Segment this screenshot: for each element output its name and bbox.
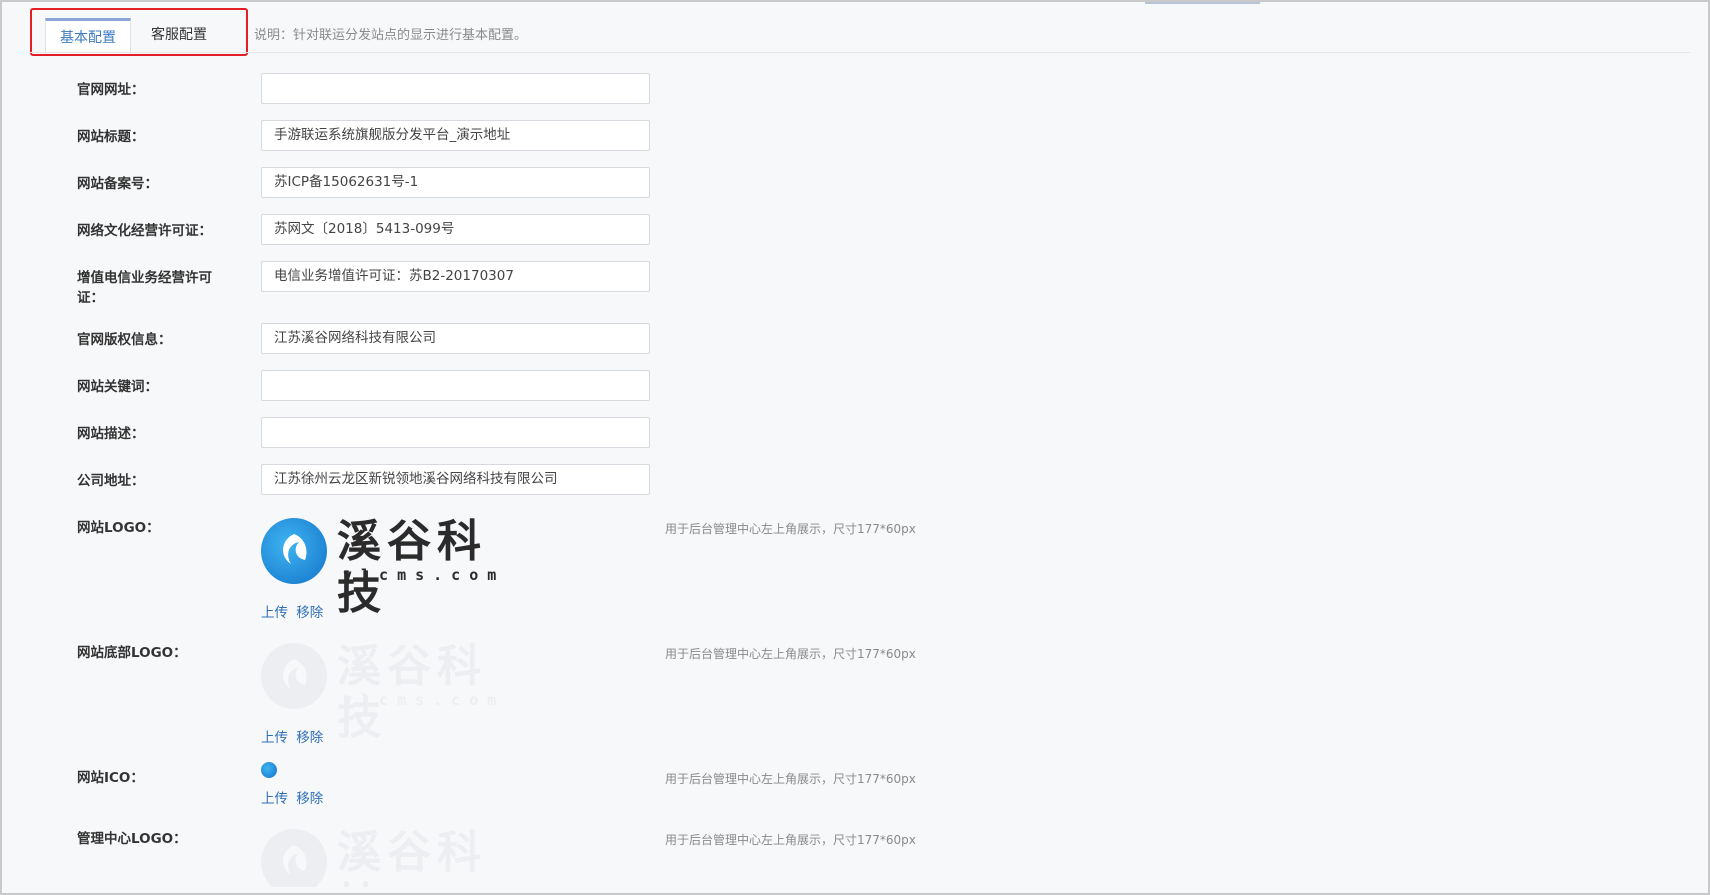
admin-logo-hint: 用于后台管理中心左上角展示，尺寸177*60px bbox=[665, 833, 916, 847]
official-url-input[interactable] bbox=[261, 73, 650, 104]
footer-logo-emblem-icon bbox=[261, 643, 327, 709]
label-keywords: 网站关键词： bbox=[77, 379, 158, 395]
label-company-address: 公司地址： bbox=[77, 473, 145, 489]
site-logo-actions: 上传 移除 bbox=[261, 601, 327, 621]
footer-logo-sub-text: vlcms.com bbox=[343, 691, 506, 709]
admin-logo-emblem-icon bbox=[261, 829, 327, 887]
top-accent-bar bbox=[1145, 2, 1260, 4]
label-official-url: 官网网址： bbox=[77, 82, 145, 98]
site-description-input[interactable] bbox=[261, 417, 650, 448]
site-ico-actions: 上传 移除 bbox=[261, 787, 327, 807]
admin-logo-brand-text: 溪谷科技 bbox=[337, 829, 487, 887]
site-logo-remove-link[interactable]: 移除 bbox=[296, 605, 323, 621]
label-admin-logo: 管理中心LOGO： bbox=[77, 831, 187, 847]
company-address-input[interactable]: 江苏徐州云龙区新锐领地溪谷网络科技有限公司 bbox=[261, 464, 650, 495]
tabs-highlight-box bbox=[30, 8, 248, 56]
site-ico-upload-link[interactable]: 上传 bbox=[261, 791, 288, 807]
site-logo-image: 溪谷科技 vlcms.com bbox=[261, 516, 521, 619]
site-ico-hint: 用于后台管理中心左上角展示，尺寸177*60px bbox=[665, 772, 916, 786]
label-site-ico: 网站ICO： bbox=[77, 770, 144, 786]
copyright-input[interactable]: 江苏溪谷网络科技有限公司 bbox=[261, 323, 650, 354]
keywords-input[interactable] bbox=[261, 370, 650, 401]
settings-panel bbox=[0, 0, 1710, 895]
label-culture-license: 网络文化经营许可证： bbox=[77, 223, 212, 239]
footer-logo-upload-link[interactable]: 上传 bbox=[261, 730, 288, 746]
label-site-logo: 网站LOGO： bbox=[77, 520, 160, 536]
logo-sub-text: vlcms.com bbox=[343, 566, 506, 584]
footer-logo-actions: 上传 移除 bbox=[261, 726, 327, 746]
site-logo-hint: 用于后台管理中心左上角展示，尺寸177*60px bbox=[665, 522, 916, 536]
site-ico-remove-link[interactable]: 移除 bbox=[296, 791, 323, 807]
label-copyright: 官网版权信息： bbox=[77, 332, 172, 348]
label-telecom-license: 增值电信业务经营许可证： bbox=[77, 270, 212, 306]
logo-emblem-icon bbox=[261, 518, 327, 584]
site-title-input[interactable]: 手游联运系统旗舰版分发平台_演示地址 bbox=[261, 120, 650, 151]
label-site-description: 网站描述： bbox=[77, 426, 145, 442]
tab-divider bbox=[30, 52, 1690, 53]
icp-number-input[interactable]: 苏ICP备15062631号-1 bbox=[261, 167, 650, 198]
label-icp-number: 网站备案号： bbox=[77, 176, 158, 192]
page-description: 说明：针对联运分发站点的显示进行基本配置。 bbox=[254, 28, 528, 43]
footer-logo-image: 溪谷科技 vlcms.com bbox=[261, 641, 521, 744]
admin-logo-image: 溪谷科技 bbox=[261, 829, 521, 887]
footer-logo-hint: 用于后台管理中心左上角展示，尺寸177*60px bbox=[665, 647, 916, 661]
label-footer-logo: 网站底部LOGO： bbox=[77, 645, 187, 661]
site-favicon-icon bbox=[261, 762, 277, 778]
telecom-license-input[interactable]: 电信业务增值许可证：苏B2-20170307 bbox=[261, 261, 650, 292]
footer-logo-remove-link[interactable]: 移除 bbox=[296, 730, 323, 746]
site-logo-upload-link[interactable]: 上传 bbox=[261, 605, 288, 621]
label-site-title: 网站标题： bbox=[77, 129, 145, 145]
culture-license-input[interactable]: 苏网文〔2018〕5413-099号 bbox=[261, 214, 650, 245]
